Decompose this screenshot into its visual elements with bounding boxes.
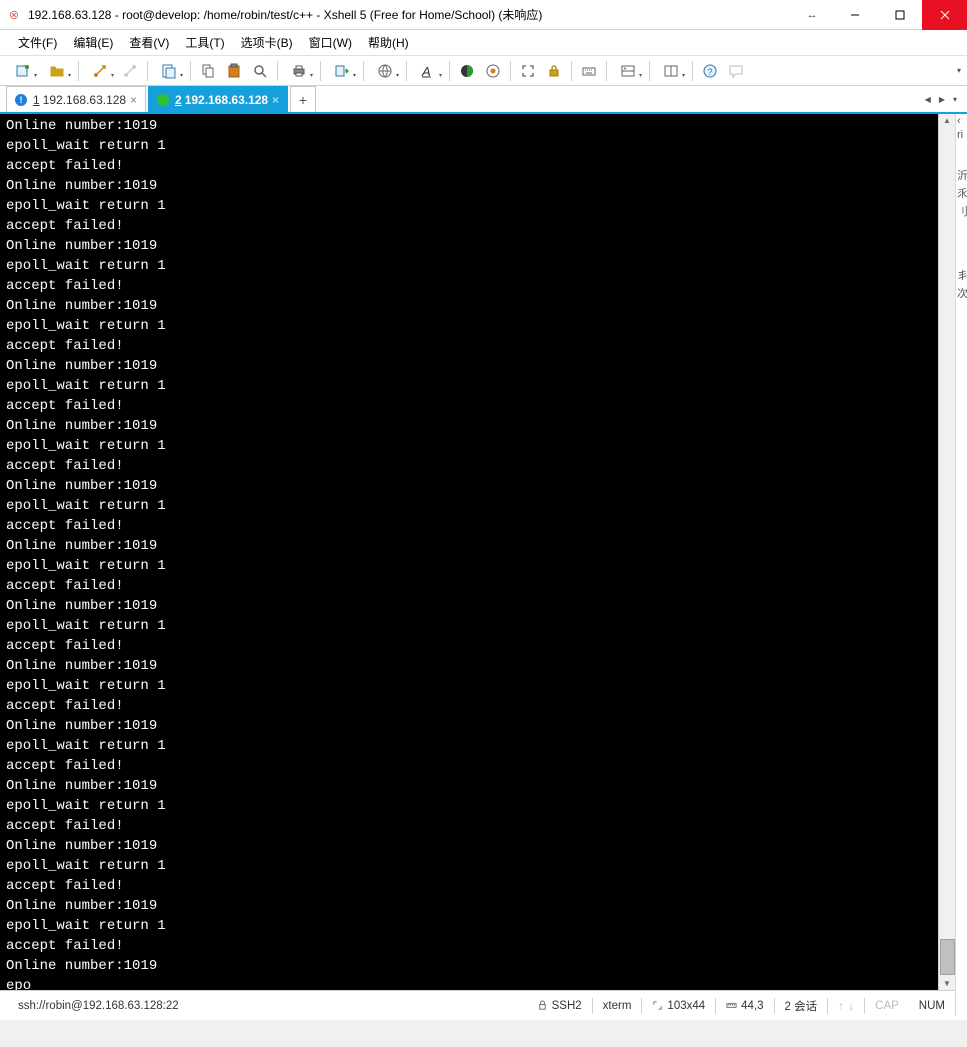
position-label: 44,3 [741,1000,763,1012]
terminal-size: 103x44 [642,1000,715,1012]
reconnect-button[interactable]: ▾ [84,59,116,83]
toolbar-separator [571,61,572,81]
terminal-output[interactable]: Online number:1019 epoll_wait return 1 a… [0,114,955,990]
help-button[interactable]: ? [698,59,722,83]
fullscreen-button[interactable] [516,59,540,83]
num-indicator: NUM [909,1000,955,1012]
protocol-status: SSH2 [527,1000,592,1012]
font-button[interactable]: A▾ [412,59,444,83]
toolbar-separator [510,61,511,81]
tab-label: 192.168.63.128 [185,93,268,107]
menu-view[interactable]: 查看(V) [121,32,177,53]
keyboard-button[interactable] [577,59,601,83]
layout-horizontal-button[interactable]: ▾ [612,59,644,83]
session-tab-bar: ! 1 192.168.63.128 × 2 192.168.63.128 × … [0,86,967,114]
layout-vertical-button[interactable]: ▾ [655,59,687,83]
toolbar-overflow-icon[interactable]: ▾ [957,66,961,75]
toolbar-separator [449,61,450,81]
tab-scroll-left-icon[interactable]: ◀ [923,95,933,104]
size-label: 103x44 [667,1000,705,1012]
paste-button[interactable] [222,59,246,83]
protocol-label: SSH2 [552,1000,582,1012]
highlight-button[interactable] [481,59,505,83]
toolbar-separator [78,61,79,81]
menu-tabs[interactable]: 选项卡(B) [233,32,301,53]
toolbar-separator [320,61,321,81]
lock-icon [537,1000,548,1011]
tab-label: 192.168.63.128 [43,93,126,107]
terminal-type: xterm [593,1000,642,1012]
open-folder-button[interactable]: ▾ [41,59,73,83]
tab-scroll-controls: ◀ ▶ ▾ [923,86,959,112]
encoding-button[interactable]: ▾ [369,59,401,83]
scroll-down-icon[interactable]: ▼ [943,977,951,990]
properties-button[interactable]: ▾ [153,59,185,83]
arrow-up-icon[interactable]: ↑ [838,999,844,1013]
terminal-scrollbar[interactable]: ▲ ▼ [938,114,955,990]
print-button[interactable]: ▾ [283,59,315,83]
app-icon [6,7,22,23]
title-bar: 192.168.63.128 - root@develop: /home/rob… [0,0,967,30]
toolbar-separator [649,61,650,81]
toolbar-separator [147,61,148,81]
scroll-up-icon[interactable]: ▲ [943,114,951,127]
disconnect-button[interactable] [118,59,142,83]
lock-button[interactable] [542,59,566,83]
toolbar-separator [277,61,278,81]
resize-handle-icon[interactable]: ↔ [792,9,832,21]
close-tab-icon[interactable]: × [130,93,137,107]
tab-menu-icon[interactable]: ▾ [951,95,959,104]
minimize-button[interactable] [832,0,877,30]
maximize-button[interactable] [877,0,922,30]
menu-edit[interactable]: 编辑(E) [65,32,121,53]
copy-button[interactable] [196,59,220,83]
caps-indicator: CAP [865,1000,909,1012]
feedback-button[interactable] [724,59,748,83]
scroll-arrows: ↑ ↓ [828,999,864,1013]
menu-bar: 文件(F) 编辑(E) 查看(V) 工具(T) 选项卡(B) 窗口(W) 帮助(… [0,30,967,56]
menu-help[interactable]: 帮助(H) [360,32,417,53]
transfer-button[interactable]: ▾ [326,59,358,83]
status-bar: ssh://robin@192.168.63.128:22 SSH2 xterm… [0,990,967,1020]
toolbar-separator [190,61,191,81]
info-icon: ! [15,94,27,106]
add-tab-button[interactable]: + [290,86,316,112]
toolbar-separator [692,61,693,81]
arrow-down-icon[interactable]: ↓ [848,999,854,1013]
close-tab-icon[interactable]: × [272,93,279,107]
close-button[interactable] [922,0,967,30]
find-button[interactable] [248,59,272,83]
tab-index: 1 [33,93,40,107]
toolbar-separator [363,61,364,81]
color-scheme-button[interactable] [455,59,479,83]
cursor-position: 44,3 [716,1000,773,1012]
menu-tools[interactable]: 工具(T) [177,32,232,53]
background-window-sliver: ‹ri沂乑刂丯次 [955,114,967,1016]
tab-scroll-right-icon[interactable]: ▶ [937,95,947,104]
ruler-icon [726,1000,737,1011]
new-session-button[interactable]: ▾ [7,59,39,83]
tab-index: 2 [175,93,182,107]
terminal-viewport: Online number:1019 epoll_wait return 1 a… [0,114,955,990]
connected-icon [157,94,169,106]
window-title: 192.168.63.128 - root@develop: /home/rob… [28,6,792,23]
toolbar: ▾ ▾ ▾ ▾ ▾ ▾ ▾ A▾ ▾ ▾ ? ▾ [0,56,967,86]
session-tab-2[interactable]: 2 192.168.63.128 × [148,86,288,112]
session-tab-1[interactable]: ! 1 192.168.63.128 × [6,86,146,112]
menu-file[interactable]: 文件(F) [10,32,65,53]
resize-icon [652,1000,663,1011]
connection-status: ssh://robin@192.168.63.128:22 [8,1000,189,1012]
toolbar-separator [406,61,407,81]
session-count: 2 会话 [775,998,828,1014]
toolbar-separator [606,61,607,81]
menu-window[interactable]: 窗口(W) [301,32,360,53]
scrollbar-thumb[interactable] [940,939,955,975]
svg-text:?: ? [708,67,713,77]
